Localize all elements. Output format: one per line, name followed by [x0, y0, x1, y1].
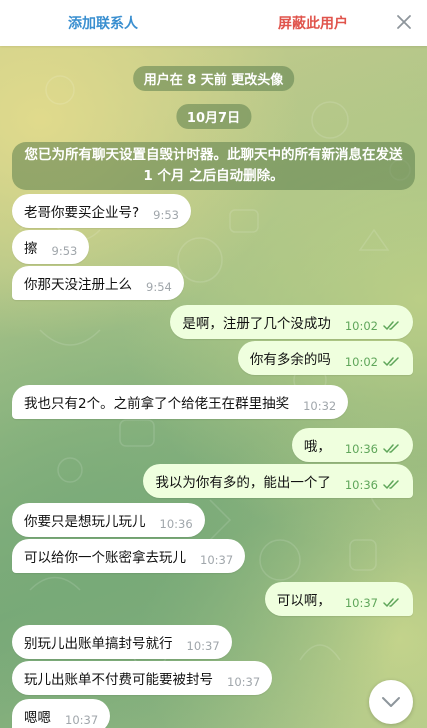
message-text: 你要只是想玩儿玩儿 — [24, 514, 146, 530]
incoming-message[interactable]: 你要只是想玩儿玩儿 10:36 — [12, 503, 205, 537]
incoming-message[interactable]: 老哥你要买企业号? 9:53 — [12, 194, 191, 228]
incoming-message[interactable]: 我也只有2个。之前拿了个给佬王在群里抽奖 10:32 — [12, 385, 349, 419]
message-time: 10:02 — [344, 319, 378, 333]
message-text: 玩儿出账单不付费可能要被封号 — [24, 672, 213, 688]
message-time: 10:36 — [159, 517, 193, 531]
double-check-icon — [383, 598, 399, 607]
message-time: 10:32 — [303, 399, 337, 413]
incoming-message[interactable]: 可以给你一个账密拿去玩儿 10:37 — [12, 539, 246, 573]
double-check-icon — [383, 321, 399, 330]
message-text: 是啊，注册了几个没成功 — [182, 316, 331, 332]
message-time: 9:53 — [153, 208, 179, 222]
block-user-button[interactable]: 屏蔽此用户 — [210, 13, 416, 33]
message-text: 我也只有2个。之前拿了个给佬王在群里抽奖 — [24, 396, 290, 412]
message-time: 9:54 — [146, 280, 172, 294]
message-text: 可以给你一个账密拿去玩儿 — [24, 550, 186, 566]
incoming-message[interactable]: 玩儿出账单不付费可能要被封号 10:37 — [12, 661, 273, 695]
message-time: 10:37 — [65, 713, 99, 727]
double-check-icon — [383, 357, 399, 366]
scroll-down-button[interactable] — [369, 680, 413, 724]
outgoing-message[interactable]: 我以为你有多的，能出一个了 10:36 — [143, 464, 413, 498]
message-text: 哦， — [303, 439, 331, 455]
message-text: 我以为你有多的，能出一个了 — [155, 475, 331, 491]
action-bar: 添加联系人 屏蔽此用户 — [0, 0, 427, 46]
outgoing-message[interactable]: 你有多余的吗 10:02 — [237, 341, 413, 375]
message-time: 10:02 — [344, 355, 378, 369]
message-text: 别玩儿出账单搞封号就行 — [24, 636, 173, 652]
message-text: 你有多余的吗 — [249, 352, 331, 368]
message-text: 老哥你要买企业号? — [24, 205, 140, 221]
add-contact-button[interactable]: 添加联系人 — [0, 13, 206, 33]
outgoing-message[interactable]: 哦， 10:36 — [291, 428, 413, 462]
incoming-message[interactable]: 擦 9:53 — [12, 230, 90, 264]
avatar-changed-notice: 用户在 8 天前 更改头像 — [132, 66, 295, 91]
outgoing-message[interactable]: 可以啊， 10:37 — [264, 582, 413, 616]
message-time: 10:36 — [344, 478, 378, 492]
message-text: 嗯嗯 — [24, 710, 51, 726]
message-time: 10:37 — [344, 596, 378, 610]
date-separator: 10月7日 — [175, 104, 252, 129]
double-check-icon — [383, 444, 399, 453]
incoming-message[interactable]: 别玩儿出账单搞封号就行 10:37 — [12, 625, 232, 659]
message-text: 你那天没注册上么 — [24, 277, 132, 293]
double-check-icon — [383, 480, 399, 489]
incoming-message[interactable]: 嗯嗯 10:37 — [12, 699, 111, 728]
message-text: 可以啊， — [276, 593, 331, 609]
message-time: 10:36 — [344, 442, 378, 456]
incoming-message[interactable]: 你那天没注册上么 9:54 — [12, 266, 184, 300]
close-icon[interactable] — [395, 13, 413, 31]
message-time: 10:37 — [227, 675, 261, 689]
chevron-down-icon — [382, 697, 400, 707]
message-time: 10:37 — [186, 639, 220, 653]
message-time: 9:53 — [51, 244, 78, 258]
message-time: 10:37 — [200, 553, 234, 567]
outgoing-message[interactable]: 是啊，注册了几个没成功 10:02 — [170, 305, 413, 339]
message-text: 擦 — [24, 241, 38, 257]
self-destruct-timer-notice: 您已为所有聊天设置自毁计时器。此聊天中的所有新消息在发送 1 个月 之后自动删除… — [12, 142, 415, 190]
